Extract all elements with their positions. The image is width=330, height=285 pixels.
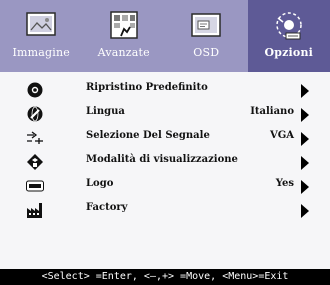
chevron-right-icon	[301, 156, 309, 170]
tab-bar: Immagine Avanzate OSD Opzioni	[0, 0, 330, 72]
menu-item-label: Ripristino Predefinito	[86, 82, 208, 93]
osd-menu-window: Immagine Avanzate OSD Opzioni Ripristino…	[0, 0, 330, 285]
menu-item-value: Yes	[275, 178, 294, 189]
tab-label: OSD	[193, 46, 220, 59]
menu-item-label: Lingua	[86, 106, 125, 117]
tab-label: Opzioni	[264, 46, 314, 59]
tab-osd[interactable]: OSD	[165, 0, 248, 72]
tab-immagine[interactable]: Immagine	[0, 0, 83, 72]
tab-opzioni[interactable]: Opzioni	[247, 0, 330, 72]
menu-item-modalita-di-visualizzazione[interactable]: Modalità di visualizzazione	[0, 150, 330, 174]
menu-item-selezione-del-segnale[interactable]: Selezione Del Segnale VGA	[0, 126, 330, 150]
menu-item-label: Modalità di visualizzazione	[86, 154, 238, 165]
language-icon	[27, 106, 43, 122]
reset-icon	[27, 82, 43, 98]
menu-item-lingua[interactable]: Lingua Italiano	[0, 102, 330, 126]
logo-icon	[26, 180, 44, 192]
menu-item-factory[interactable]: Factory	[0, 198, 330, 222]
menu-item-label: Selezione Del Segnale	[86, 130, 210, 141]
tab-avanzate[interactable]: Avanzate	[83, 0, 166, 72]
menu-item-label: Logo	[86, 178, 114, 189]
menu-item-logo[interactable]: Logo Yes	[0, 174, 330, 198]
factory-icon	[27, 203, 42, 218]
chevron-right-icon	[301, 84, 309, 98]
options-icon	[276, 12, 302, 40]
signal-input-icon	[27, 131, 43, 144]
menu-item-label: Factory	[86, 202, 128, 213]
status-bar: <Select> =Enter, <–,+> =Move, <Menu>=Exi…	[0, 269, 330, 285]
chevron-right-icon	[301, 108, 309, 122]
osd-window-icon	[191, 13, 221, 37]
chevron-right-icon	[301, 132, 309, 146]
menu-item-value: VGA	[269, 130, 294, 141]
display-mode-icon	[27, 154, 43, 170]
chevron-right-icon	[301, 180, 309, 194]
tab-label: Avanzate	[97, 46, 150, 59]
chevron-right-icon	[301, 204, 309, 218]
picture-icon	[26, 12, 56, 36]
options-menu: Ripristino Predefinito Lingua Italiano S…	[0, 78, 330, 222]
advanced-settings-icon	[110, 11, 138, 39]
menu-item-ripristino-predefinito[interactable]: Ripristino Predefinito	[0, 78, 330, 102]
tab-label: Immagine	[12, 46, 71, 59]
menu-item-value: Italiano	[250, 106, 294, 117]
